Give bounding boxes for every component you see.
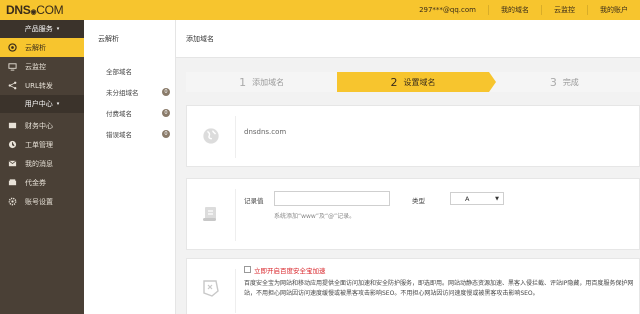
sidebar-group-products[interactable]: 产品服务 ▾ [0,20,84,38]
user-email-link[interactable]: 297***@qq.com [407,5,488,15]
sidebar-item-cloud-dns[interactable]: 云解析 [0,38,84,57]
type-select[interactable]: A ▼ [450,192,504,205]
sidebar-item-account-settings[interactable]: 账号设置 [0,192,84,211]
chevron-down-icon: ▾ [56,101,60,107]
ticket-icon [8,140,17,149]
step-number: 3 [549,75,557,89]
sidebar-group-user[interactable]: 用户中心 ▾ [0,95,84,113]
sidebar-item-coupons[interactable]: 代金券 [0,173,84,192]
type-select-value: A [465,194,470,203]
my-domains-link[interactable]: 我的域名 [488,5,541,15]
sub-item-ungrouped-domains[interactable]: 未分组域名 0 [106,81,170,102]
domain-card: dnsdns.com [186,105,640,167]
sidebar-item-label: 云监控 [25,62,46,71]
sub-item-label: 未分组域名 [106,88,139,97]
logo[interactable]: DNS◉COM [6,3,64,17]
sub-item-label: 全部域名 [106,67,132,76]
step-label: 完成 [562,77,579,87]
security-card: 立即开启百度安全宝加速 百度安全宝为网站和移动应用提供全面访问加速和安全防护服务… [186,258,640,314]
cloud-monitor-link[interactable]: 云监控 [541,5,587,15]
record-hint: 系统添加“www”及“@”记录。 [274,213,356,220]
scroll-icon [187,179,235,249]
sidebar-group-label: 产品服务 [24,25,53,33]
sidebar-item-label: 代金券 [25,178,46,187]
sub-sidebar-title: 云解析 [98,35,119,43]
sidebar-group-label: 用户中心 [24,100,53,108]
cloud-dns-icon [8,43,17,52]
sidebar-item-messages[interactable]: 我的消息 [0,154,84,173]
security-checkbox-label[interactable]: 立即开启百度安全宝加速 [254,265,326,275]
step-1: 1 添加域名 [186,72,339,92]
count-badge: 0 [162,108,170,117]
top-links: 297***@qq.com 我的域名 云监控 我的账户 [407,0,640,20]
chevron-down-icon: ▾ [56,26,60,32]
step-2: 2 设置域名 [337,72,497,92]
type-label: 类型 [412,197,425,205]
finance-icon [8,121,17,130]
sub-item-label: 错误域名 [106,130,132,139]
sidebar-item-label: 账号设置 [25,197,53,206]
top-bar: DNS◉COM 297***@qq.com 我的域名 云监控 我的账户 [0,0,640,20]
step-indicator: 1 添加域名 2 设置域名 3 完成 [186,72,640,92]
sidebar: 产品服务 ▾ 云解析 云监控 URL转发 用户中心 ▾ 财务中心 工单管理 我的… [0,20,84,314]
monitor-icon [8,62,17,71]
record-value-label: 记录值 [244,197,264,205]
sidebar-item-label: 工单管理 [25,140,53,149]
record-value-input[interactable] [274,191,390,206]
main-content: 添加域名 1 添加域名 2 设置域名 3 完成 dnsdns.com 记录值 系… [176,20,640,314]
count-badge: 0 [162,129,170,138]
shield-icon [187,259,235,314]
sub-item-label: 付费域名 [106,109,132,118]
sub-sidebar: 云解析 全部域名 未分组域名 0 付费域名 0 错误域名 0 [84,20,176,314]
sidebar-item-label: URL转发 [25,81,53,90]
step-label: 设置域名 [403,77,436,87]
gear-icon [8,197,17,206]
sub-sidebar-list: 全部域名 未分组域名 0 付费域名 0 错误域名 0 [106,60,170,144]
count-badge: 0 [162,87,170,96]
step-label: 添加域名 [252,77,285,87]
message-icon [8,159,17,168]
security-checkbox[interactable] [244,266,251,273]
step-3: 3 完成 [489,72,640,92]
chevron-down-icon: ▼ [495,195,499,202]
share-icon [8,81,17,90]
sidebar-item-label: 财务中心 [25,121,53,130]
step-number: 1 [239,75,247,89]
page-title: 添加域名 [186,35,214,43]
sub-item-error-domains[interactable]: 错误域名 0 [106,123,170,144]
sidebar-item-tickets[interactable]: 工单管理 [0,135,84,154]
main-header: 添加域名 [176,20,640,58]
my-account-link[interactable]: 我的账户 [587,5,640,15]
sidebar-item-finance[interactable]: 财务中心 [0,116,84,135]
security-description: 百度安全宝为网站和移动应用提供全面访问加速和安全防护服务，即选即用。网站动静态资… [244,280,634,297]
sidebar-item-label: 我的消息 [25,159,53,168]
coupon-icon [8,178,17,187]
sub-item-paid-domains[interactable]: 付费域名 0 [106,102,170,123]
record-card: 记录值 系统添加“www”及“@”记录。 类型 A ▼ [186,178,640,250]
globe-icon [187,106,235,166]
sidebar-item-url-forward[interactable]: URL转发 [0,76,84,95]
domain-name: dnsdns.com [244,128,287,136]
sidebar-item-cloud-monitor[interactable]: 云监控 [0,57,84,76]
step-number: 2 [390,75,398,89]
sidebar-item-label: 云解析 [25,43,46,52]
sub-item-all-domains[interactable]: 全部域名 [106,60,170,81]
